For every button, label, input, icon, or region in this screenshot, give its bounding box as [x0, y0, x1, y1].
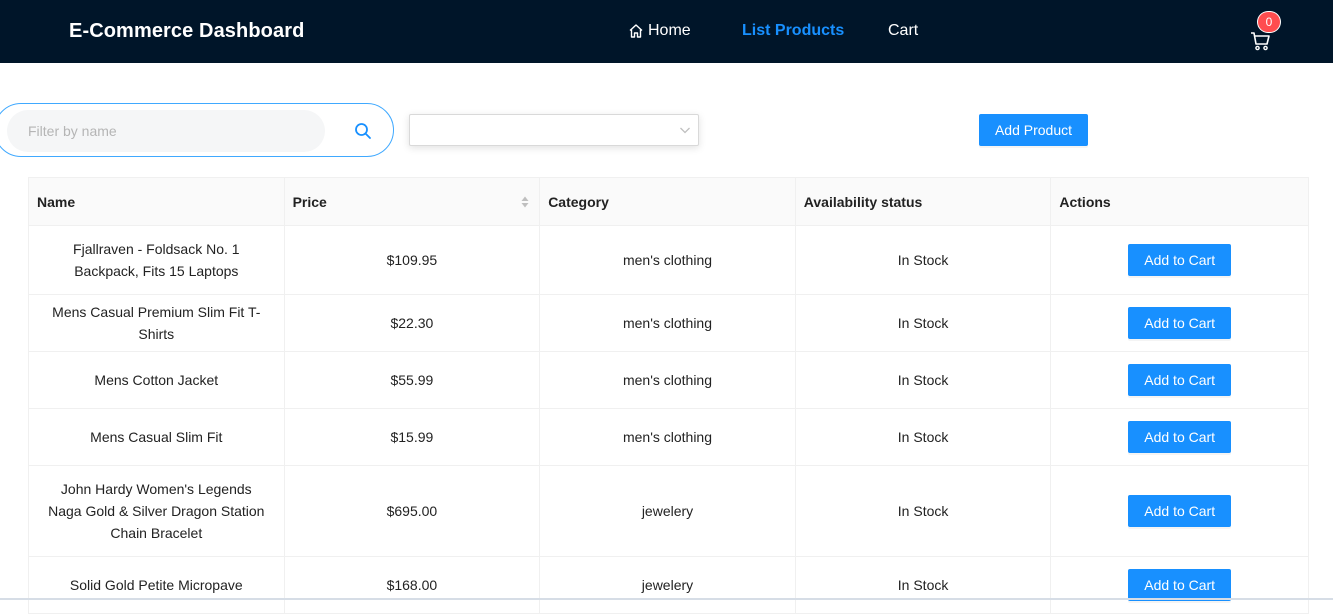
search-field-wrapper [7, 110, 325, 152]
table-header: Name Price Category Availability status … [29, 178, 1308, 226]
product-status: In Stock [796, 295, 1052, 351]
product-name: Fjallraven - Foldsack No. 1 Backpack, Fi… [29, 226, 285, 294]
column-header-category: Category [540, 178, 796, 225]
products-table: Name Price Category Availability status … [28, 177, 1309, 614]
shopping-cart-icon [1251, 32, 1270, 51]
product-name: Solid Gold Petite Micropave [29, 557, 285, 613]
nav-list-products[interactable]: List Products [742, 22, 844, 40]
nav-home-label: Home [648, 22, 691, 39]
search-box [0, 103, 394, 157]
search-icon[interactable] [354, 122, 372, 140]
product-status: In Stock [796, 226, 1052, 294]
add-to-cart-button[interactable]: Add to Cart [1128, 244, 1232, 276]
table-row: Mens Casual Premium Slim Fit T-Shirts $2… [29, 295, 1308, 352]
table-row: Mens Cotton Jacket $55.99 men's clothing… [29, 352, 1308, 409]
search-input[interactable] [7, 110, 325, 152]
add-to-cart-button[interactable]: Add to Cart [1128, 307, 1232, 339]
add-to-cart-button[interactable]: Add to Cart [1128, 495, 1232, 527]
actions-cell: Add to Cart [1051, 557, 1308, 613]
product-name: Mens Casual Premium Slim Fit T-Shirts [29, 295, 285, 351]
category-select[interactable] [409, 114, 699, 146]
product-category: men's clothing [540, 226, 796, 294]
add-to-cart-button[interactable]: Add to Cart [1128, 364, 1232, 396]
product-category: jewelery [540, 557, 796, 613]
brand-title: E-Commerce Dashboard [69, 20, 305, 42]
column-header-price-label: Price [292, 194, 327, 210]
column-header-name: Name [29, 178, 285, 225]
table-row: Solid Gold Petite Micropave $168.00 jewe… [29, 557, 1308, 614]
nav-cart-label: Cart [888, 22, 919, 39]
product-status: In Stock [796, 352, 1052, 408]
chevron-down-icon [680, 127, 690, 134]
column-header-price[interactable]: Price [285, 178, 541, 225]
product-category: men's clothing [540, 295, 796, 351]
product-name: Mens Casual Slim Fit [29, 409, 285, 465]
top-navbar: E-Commerce Dashboard Home List Products … [0, 0, 1333, 63]
column-header-availability: Availability status [796, 178, 1052, 225]
product-category: jewelery [540, 466, 796, 556]
home-icon [629, 24, 643, 38]
actions-cell: Add to Cart [1051, 295, 1308, 351]
product-price: $109.95 [285, 226, 541, 294]
product-price: $55.99 [285, 352, 541, 408]
product-status: In Stock [796, 557, 1052, 613]
nav-list-products-label: List Products [742, 22, 845, 39]
column-header-actions: Actions [1059, 194, 1111, 210]
add-product-button[interactable]: Add Product [979, 114, 1088, 146]
product-category: men's clothing [540, 409, 796, 465]
actions-cell: Add to Cart [1051, 466, 1308, 556]
actions-cell: Add to Cart [1051, 409, 1308, 465]
product-name: Mens Cotton Jacket [29, 352, 285, 408]
actions-cell: Add to Cart [1051, 352, 1308, 408]
product-status: In Stock [796, 409, 1052, 465]
nav-cart[interactable]: Cart [888, 22, 918, 40]
actions-cell: Add to Cart [1051, 226, 1308, 294]
cart-count-badge: 0 [1258, 12, 1280, 32]
add-to-cart-button[interactable]: Add to Cart [1128, 421, 1232, 453]
product-price: $22.30 [285, 295, 541, 351]
table-row: Fjallraven - Foldsack No. 1 Backpack, Fi… [29, 226, 1308, 295]
cart-button[interactable] [1249, 30, 1271, 52]
product-price: $15.99 [285, 409, 541, 465]
sort-icon[interactable] [521, 196, 529, 208]
product-name: John Hardy Women's Legends Naga Gold & S… [29, 466, 285, 556]
product-price: $168.00 [285, 557, 541, 613]
product-category: men's clothing [540, 352, 796, 408]
nav-home[interactable]: Home [628, 22, 691, 40]
table-row: Mens Casual Slim Fit $15.99 men's clothi… [29, 409, 1308, 466]
add-to-cart-button[interactable]: Add to Cart [1128, 569, 1232, 601]
product-status: In Stock [796, 466, 1052, 556]
table-row: John Hardy Women's Legends Naga Gold & S… [29, 466, 1308, 557]
product-price: $695.00 [285, 466, 541, 556]
